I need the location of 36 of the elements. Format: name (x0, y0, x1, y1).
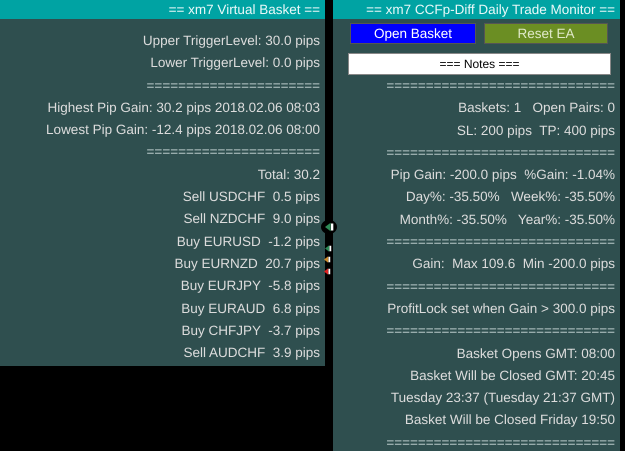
info-text: Basket Will be Closed Friday 19:50 (404, 411, 615, 430)
info-text: Basket Opens GMT: 08:00 (456, 344, 615, 363)
open-basket-button[interactable]: Open Basket (350, 23, 476, 44)
panel-title: == xm7 CCFp-Diff Daily Trade Monitor == (366, 2, 615, 17)
info-text: Sell NZDCHF 9.0 pips (183, 210, 320, 228)
info-text: Month%: -35.50% Year%: -35.50% (400, 210, 615, 229)
info-text: Buy EURUSD -1.2 pips (176, 232, 320, 251)
divider-line: ============================= (386, 322, 615, 340)
info-text: Highest Pip Gain: 30.2 pips 2018.02.06 08:03 (48, 98, 320, 117)
info-text: SL: 200 pips TP: 400 pips (456, 122, 615, 140)
info-text: Buy EURJPY -5.8 pips (180, 277, 320, 296)
info-text: Pip Gain: -200.0 pips %Gain: -1.04% (390, 166, 615, 184)
panel-title: == xm7 Virtual Basket == (168, 2, 320, 17)
info-text: Basket Will be Closed GMT: 20:45 (410, 366, 615, 385)
divider-line: ============================= (386, 434, 615, 451)
info-text: Sell USDCHF 0.5 pips (182, 188, 320, 206)
info-text: Tuesday 23:37 (Tuesday 21:37 GMT) (390, 389, 615, 408)
info-text: Buy EURNZD 20.7 pips (174, 254, 320, 273)
notes-button[interactable]: === Notes === (348, 53, 611, 75)
divider-line: ============================= (386, 144, 615, 162)
info-text: Lowest Pip Gain: -12.4 pips 2018.02.06 08:00 (46, 121, 320, 140)
divider-line: ============================= (386, 278, 615, 296)
info-text: Day%: -35.50% Week%: -35.50% (406, 188, 615, 206)
info-text: Total: 30.2 (258, 166, 320, 184)
info-text: Upper TriggerLevel: 30.0 pips (142, 32, 320, 50)
info-text: Sell AUDCHF 3.9 pips (183, 344, 320, 362)
info-text: Lower TriggerLevel: 0.0 pips (150, 54, 320, 72)
divider-line: ============================= (386, 77, 615, 95)
info-text: Buy CHFJPY -3.7 pips (181, 322, 320, 340)
divider-line: ====================== (146, 76, 320, 95)
divider-line: ============================= (386, 233, 615, 252)
divider-line: ====================== (146, 143, 320, 162)
info-text: Baskets: 1 Open Pairs: 0 (458, 99, 615, 118)
info-text: ProfitLock set when Gain > 300.0 pips (387, 300, 615, 318)
info-text: Gain: Max 109.6 Min -200.0 pips (412, 255, 615, 274)
info-text: Buy EURAUD 6.8 pips (181, 300, 320, 318)
